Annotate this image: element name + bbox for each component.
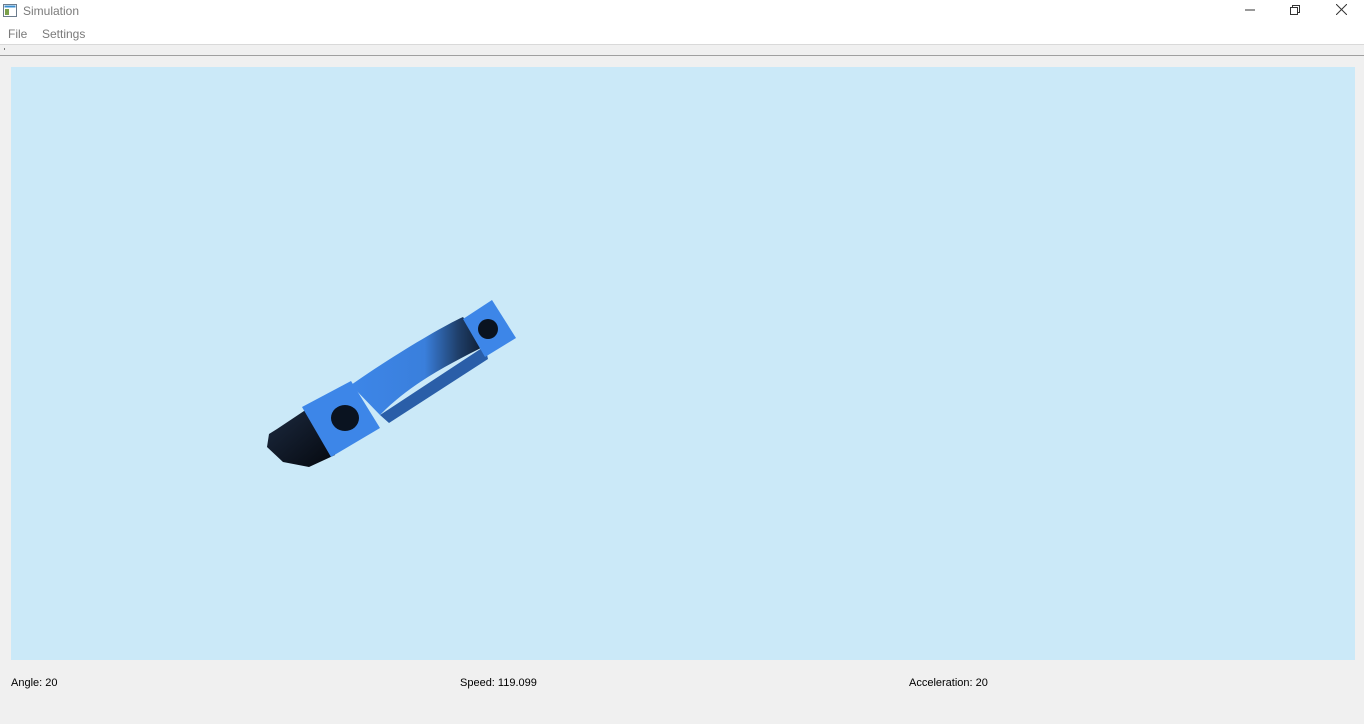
angle-readout: Angle: 20: [11, 677, 58, 689]
speed-readout: Speed: 119.099: [460, 677, 537, 689]
restore-icon: [1290, 2, 1300, 20]
toolbar-divider: [0, 55, 1364, 56]
toolbar-grip-handle[interactable]: [4, 48, 5, 50]
arm-hole-far: [478, 319, 498, 339]
toolbar: [0, 44, 1364, 57]
window-title: Simulation: [23, 4, 80, 18]
acceleration-readout: Acceleration: 20: [909, 677, 988, 689]
title-bar[interactable]: Simulation: [0, 0, 1364, 22]
arm-hole-near: [331, 405, 359, 431]
menu-settings[interactable]: Settings: [42, 27, 85, 41]
menu-file[interactable]: File: [8, 27, 27, 41]
simulation-viewport[interactable]: [11, 67, 1355, 660]
scene-canvas: [267, 300, 516, 467]
simulation-window: Simulation File Settings Angle: 20 Speed…: [0, 0, 1364, 724]
window-icon: [3, 4, 17, 17]
close-button[interactable]: [1318, 0, 1364, 22]
close-icon: [1335, 2, 1347, 20]
minimize-icon: [1245, 2, 1255, 20]
menu-bar: File Settings: [0, 22, 1364, 44]
arm-object: [267, 300, 516, 467]
restore-button[interactable]: [1272, 0, 1318, 22]
minimize-button[interactable]: [1227, 0, 1273, 22]
